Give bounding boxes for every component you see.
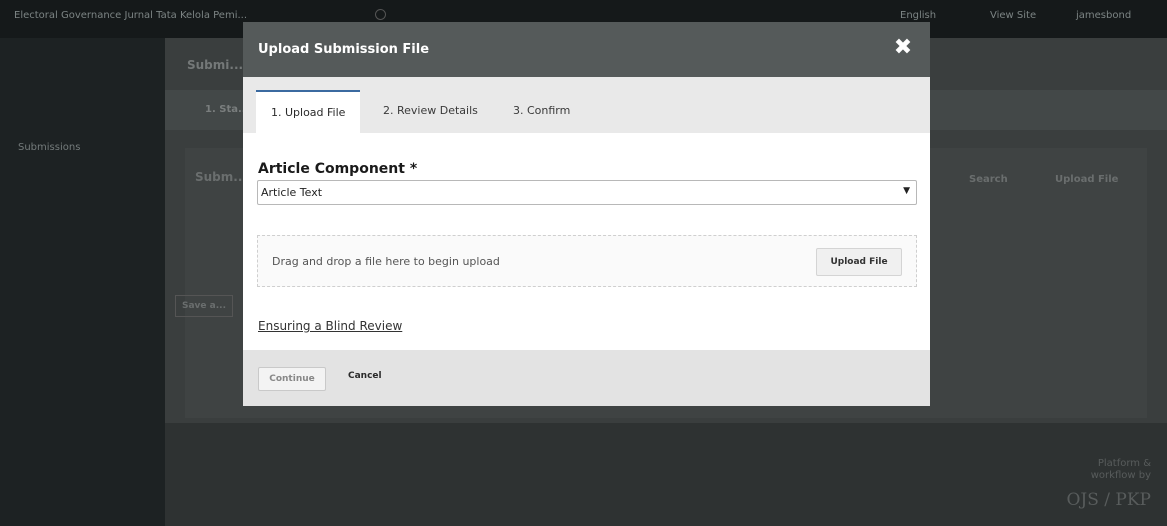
- panel-search-link[interactable]: Search: [969, 174, 1008, 185]
- page-title: Submi...: [187, 58, 244, 72]
- panel-title: Subm...: [195, 170, 247, 184]
- dropzone-text: Drag and drop a file here to begin uploa…: [272, 255, 500, 268]
- close-icon[interactable]: ✖: [891, 36, 915, 60]
- wizard-tabs: 1. Upload File 2. Review Details 3. Conf…: [243, 77, 930, 133]
- view-site-link[interactable]: View Site: [990, 10, 1036, 21]
- upload-submission-modal: Upload Submission File ✖ 1. Upload File …: [243, 22, 930, 406]
- blind-review-link[interactable]: Ensuring a Blind Review: [258, 319, 402, 333]
- article-component-value: Article Text: [261, 186, 323, 199]
- continue-button[interactable]: Continue: [258, 367, 326, 391]
- user-menu[interactable]: jamesbond: [1076, 10, 1131, 21]
- site-title[interactable]: Electoral Governance Jurnal Tata Kelola …: [14, 10, 247, 21]
- article-component-select[interactable]: Article Text ▼: [257, 180, 917, 205]
- sidebar: Submissions: [0, 38, 165, 526]
- chevron-down-icon: ▼: [903, 186, 910, 196]
- tab-review-details[interactable]: 2. Review Details: [383, 90, 478, 133]
- modal-title: Upload Submission File: [258, 42, 430, 57]
- modal-footer: Continue Cancel: [243, 350, 930, 406]
- modal-header: Upload Submission File ✖: [243, 22, 930, 77]
- tasks-icon[interactable]: [375, 9, 386, 20]
- article-component-label: Article Component *: [258, 161, 418, 177]
- pkp-logo[interactable]: OJS / PKP: [1055, 490, 1151, 510]
- cancel-button[interactable]: Cancel: [348, 371, 382, 381]
- footer-platform-text: Platform & workflow by: [1090, 458, 1151, 481]
- file-dropzone[interactable]: Drag and drop a file here to begin uploa…: [257, 235, 917, 287]
- upload-file-button[interactable]: Upload File: [816, 248, 902, 276]
- tab-upload-file[interactable]: 1. Upload File: [256, 90, 361, 133]
- language-link[interactable]: English: [900, 10, 936, 21]
- save-continue-button[interactable]: Save a...: [175, 295, 233, 317]
- tab-confirm[interactable]: 3. Confirm: [513, 90, 570, 133]
- panel-upload-link[interactable]: Upload File: [1055, 174, 1118, 185]
- footer-band: [165, 423, 1167, 526]
- sidebar-item-submissions[interactable]: Submissions: [18, 142, 80, 153]
